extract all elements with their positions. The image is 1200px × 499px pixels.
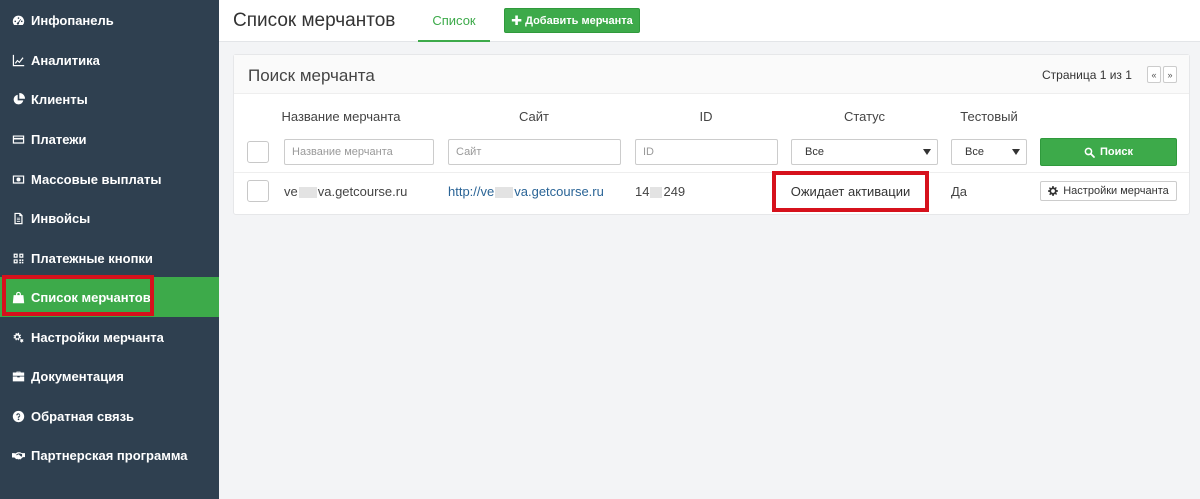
sidebar-item-label: Платежи xyxy=(31,131,87,147)
merchant-name-cell: ve va.getcourse.ru xyxy=(284,184,408,199)
sidebar-item-label: Партнерская программа xyxy=(31,447,188,463)
status-filter-select[interactable]: Все xyxy=(791,139,938,165)
sidebar-item-analytics[interactable]: Аналитика xyxy=(0,40,219,80)
sidebar-item-payments[interactable]: Платежи xyxy=(0,119,219,159)
sidebar-item-label: Обратная связь xyxy=(31,408,135,424)
gears-icon xyxy=(10,330,26,344)
row-checkbox[interactable] xyxy=(247,180,269,202)
sidebar-item-dashboard[interactable]: Инфопанель xyxy=(0,0,219,40)
sidebar-item-payment-buttons[interactable]: Платежные кнопки xyxy=(0,238,219,278)
pager-text: Страница 1 из 1 xyxy=(1042,68,1132,82)
sidebar-item-clients[interactable]: Клиенты xyxy=(0,79,219,119)
tab-list[interactable]: Список xyxy=(418,0,490,42)
merchant-search-panel: Поиск мерчанта Страница 1 из 1 « » Назва… xyxy=(233,54,1190,215)
pager-next-button[interactable]: » xyxy=(1163,66,1177,83)
line-chart-icon xyxy=(10,53,26,67)
sidebar-item-mass-payouts[interactable]: Массовые выплаты xyxy=(0,159,219,199)
test-filter-value: Все xyxy=(965,146,984,158)
merchant-name-filter[interactable] xyxy=(284,139,434,165)
shopping-bag-icon xyxy=(10,290,26,304)
id-filter[interactable] xyxy=(635,139,778,165)
sidebar-item-merchant-list[interactable]: Список мерчантов xyxy=(0,277,219,317)
sidebar-item-label: Платежные кнопки xyxy=(31,250,153,266)
page-title: Список мерчантов xyxy=(233,10,396,31)
sidebar-item-label: Аналитика xyxy=(31,52,100,68)
redacted-block xyxy=(650,187,663,199)
sidebar-item-merchant-settings[interactable]: Настройки мерчанта xyxy=(0,317,219,357)
add-merchant-label: Добавить мерчанта xyxy=(525,14,633,27)
redacted-block xyxy=(298,187,317,199)
sidebar-item-label: Массовые выплаты xyxy=(31,171,162,187)
sidebar: Инфопанель Аналитика Клиенты Платежи Мас… xyxy=(0,0,219,499)
sidebar-item-label: Список мерчантов xyxy=(31,289,151,305)
add-merchant-button[interactable]: ✚ Добавить мерчанта xyxy=(504,8,640,33)
site-filter[interactable] xyxy=(448,139,621,165)
plus-icon: ✚ xyxy=(511,12,523,28)
qrcode-icon xyxy=(10,251,26,265)
merchant-settings-button[interactable]: Настройки мерчанта xyxy=(1040,181,1177,201)
merchant-id-cell: 14 249 xyxy=(635,184,686,199)
column-header-name: Название мерчанта xyxy=(281,109,401,124)
panel-title: Поиск мерчанта xyxy=(248,66,375,85)
sidebar-item-label: Инвойсы xyxy=(31,210,91,226)
pager-prev-button[interactable]: « xyxy=(1147,66,1161,83)
sidebar-item-invoices[interactable]: Инвойсы xyxy=(0,198,219,238)
test-cell: Да xyxy=(951,184,968,199)
credit-card-icon xyxy=(10,132,26,146)
question-circle-icon xyxy=(10,409,26,423)
panel-header: Поиск мерчанта Страница 1 из 1 « » xyxy=(234,55,1189,94)
search-button[interactable]: Поиск xyxy=(1040,138,1177,166)
money-icon xyxy=(10,172,26,186)
row-divider xyxy=(234,172,1189,173)
caret-down-icon xyxy=(923,149,931,155)
document-icon xyxy=(10,211,26,225)
caret-down-icon xyxy=(1012,149,1020,155)
sidebar-item-partner-program[interactable]: Партнерская программа xyxy=(0,435,219,475)
column-header-id: ID xyxy=(699,109,713,124)
select-all-checkbox[interactable] xyxy=(247,141,269,163)
redacted-block xyxy=(495,187,514,199)
merchant-settings-label: Настройки мерчанта xyxy=(1063,185,1169,197)
column-header-site: Сайт xyxy=(519,109,549,124)
top-bar: Список мерчантов Список ✚ Добавить мерча… xyxy=(219,0,1200,42)
test-filter-select[interactable]: Все xyxy=(951,139,1027,165)
gear-icon xyxy=(1048,186,1059,196)
sidebar-item-documentation[interactable]: Документация xyxy=(0,356,219,396)
sidebar-item-feedback[interactable]: Обратная связь xyxy=(0,396,219,436)
sidebar-item-label: Настройки мерчанта xyxy=(31,329,164,345)
sidebar-item-label: Клиенты xyxy=(31,91,88,107)
merchant-site-link[interactable]: http://ve va.getcourse.ru xyxy=(448,184,604,199)
search-icon xyxy=(1084,147,1095,158)
search-button-label: Поиск xyxy=(1099,146,1133,158)
briefcase-icon xyxy=(10,369,26,383)
dashboard-icon xyxy=(10,13,26,27)
sidebar-item-label: Документация xyxy=(31,368,124,384)
handshake-icon xyxy=(10,448,26,462)
status-filter-value: Все xyxy=(805,146,824,158)
status-badge: Ожидает активации xyxy=(772,171,929,212)
column-header-status: Статус xyxy=(843,109,886,124)
column-header-test: Тестовый xyxy=(960,109,1018,124)
sidebar-item-label: Инфопанель xyxy=(31,12,114,28)
pie-chart-icon xyxy=(10,92,26,106)
